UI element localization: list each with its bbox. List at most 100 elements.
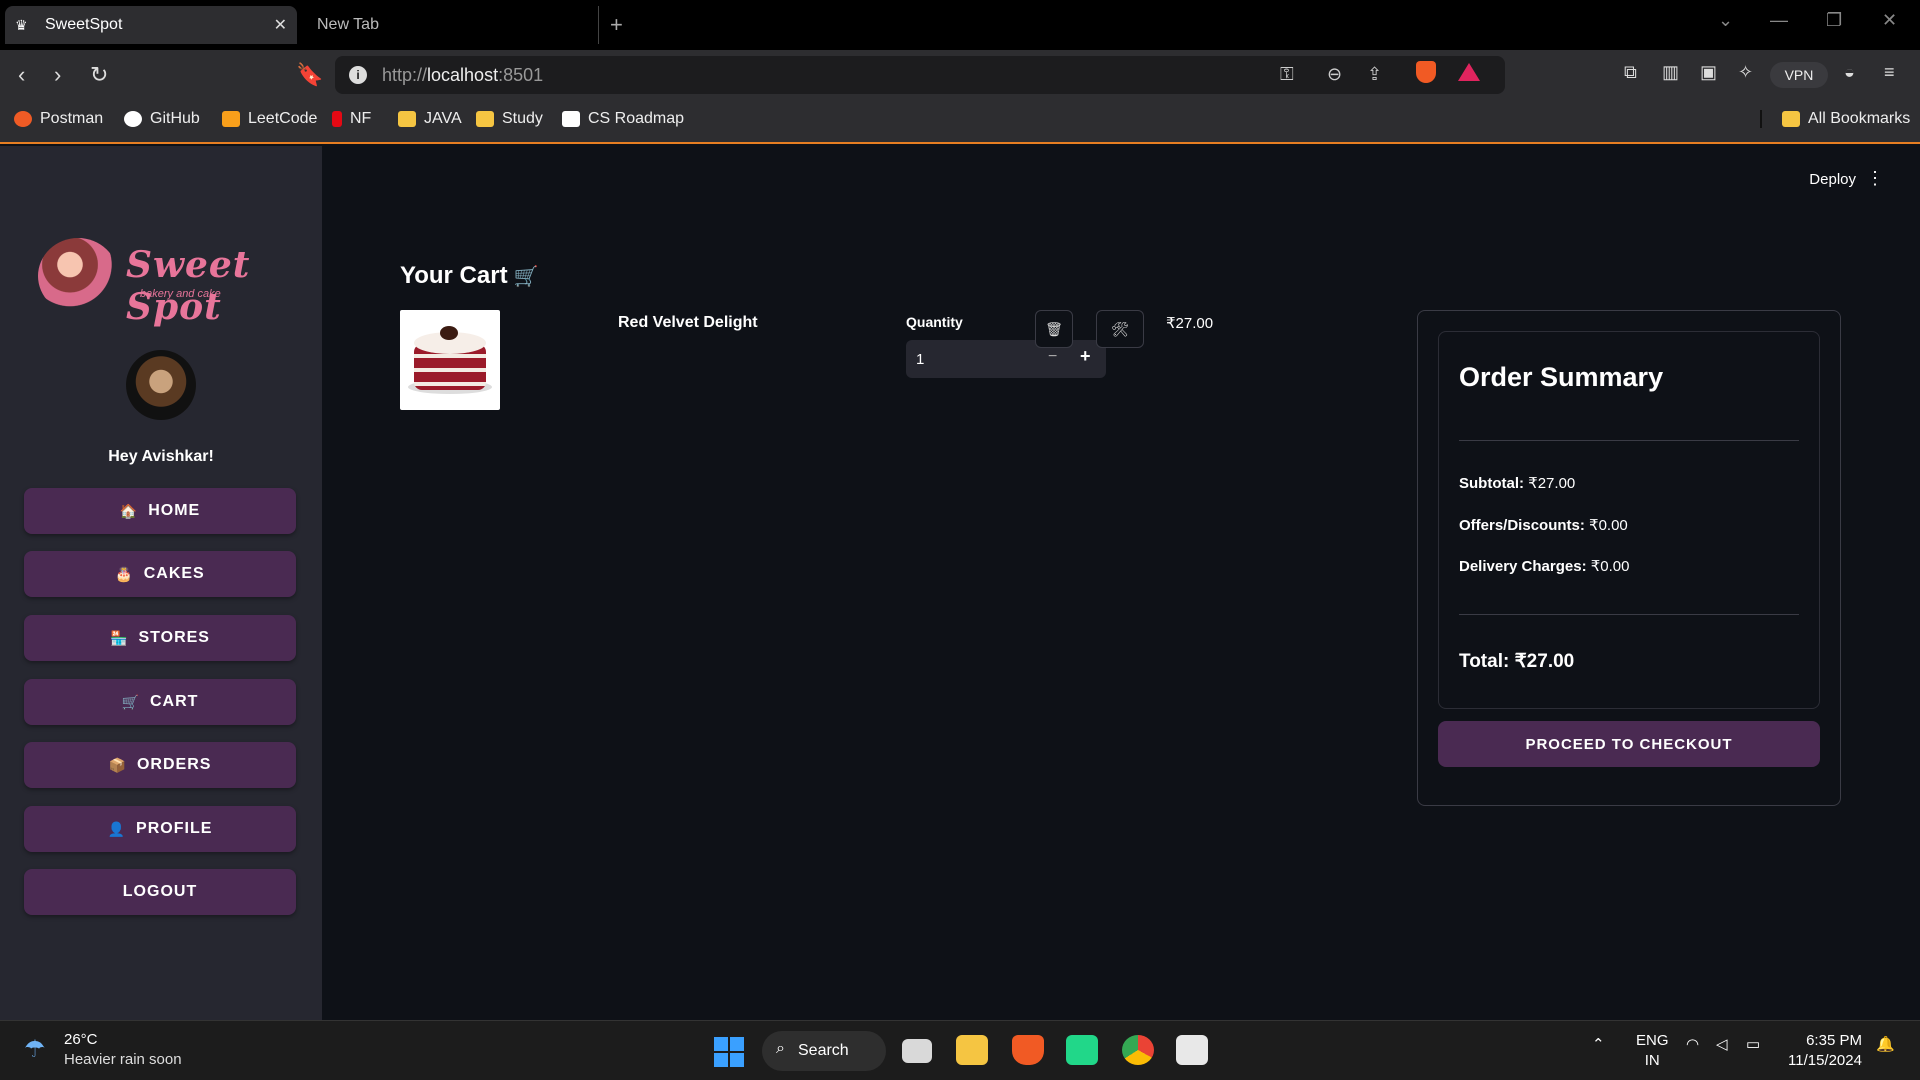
password-key-icon[interactable]: ⚿	[1280, 64, 1294, 85]
minimize-icon[interactable]: —	[1770, 10, 1788, 31]
nav-cakes-button[interactable]: 🎂 CAKES	[24, 551, 296, 597]
zoom-icon[interactable]: ⊖	[1327, 64, 1342, 85]
browser-nav-bar: ‹ › ↻ 🔖 i http://localhost:8501 ⚿ ⊖ ⇪ ⧉ …	[0, 50, 1920, 100]
quantity-stepper: − +	[906, 340, 1106, 378]
file-explorer-icon[interactable]	[956, 1035, 988, 1065]
volume-icon[interactable]: ◁	[1716, 1035, 1728, 1053]
battery-icon[interactable]: ▭	[1746, 1035, 1760, 1053]
nav-logout-button[interactable]: LOGOUT	[24, 869, 296, 915]
trash-icon: 🗑	[1045, 320, 1063, 337]
show-hidden-icons-icon[interactable]: ⌃	[1592, 1035, 1605, 1053]
restore-icon[interactable]: ❐	[1826, 10, 1842, 31]
bookmark-github[interactable]: GitHub	[124, 110, 200, 128]
github-icon	[124, 111, 142, 127]
tab-new-tab[interactable]: New Tab	[305, 6, 599, 44]
order-summary-title: Order Summary	[1459, 362, 1664, 392]
nav-home-button[interactable]: 🏠 HOME	[24, 488, 296, 534]
logo-text: Sweet Spot	[126, 244, 251, 328]
brave-rewards-icon[interactable]	[1458, 63, 1480, 81]
task-view-icon[interactable]	[902, 1039, 932, 1063]
brave-browser-icon[interactable]	[1012, 1035, 1044, 1065]
tab-list-chevron-icon[interactable]: ⌄	[1718, 10, 1733, 31]
chrome-icon[interactable]	[1122, 1035, 1154, 1065]
roadmap-icon	[562, 111, 580, 127]
nav-cart-button[interactable]: 🛒 CART	[24, 679, 296, 725]
pycharm-icon[interactable]	[1066, 1035, 1098, 1065]
weather-status[interactable]: Heavier rain soon	[64, 1051, 182, 1068]
bookmark-postman[interactable]: Postman	[14, 110, 103, 128]
decrement-icon[interactable]: −	[1048, 348, 1057, 366]
search-icon: ⌕	[776, 1040, 785, 1057]
quantity-input[interactable]	[906, 340, 1036, 378]
main-menu-icon[interactable]: ⋮	[1866, 168, 1884, 189]
cart-icon: 🛒	[121, 693, 140, 710]
edit-item-button[interactable]: 🛠	[1096, 310, 1144, 348]
brave-shields-icon[interactable]	[1416, 61, 1436, 83]
weather-temperature[interactable]: 26°C	[64, 1031, 98, 1048]
total-row: Total: ₹27.00	[1459, 651, 1575, 672]
cake-image	[400, 310, 500, 410]
notification-bell-icon[interactable]: 🔔	[1876, 1035, 1895, 1053]
vpn-button[interactable]: VPN	[1770, 62, 1828, 88]
tab-title: SweetSpot	[45, 16, 123, 33]
proceed-to-checkout-button[interactable]: PROCEED TO CHECKOUT	[1438, 721, 1820, 767]
cart-item-price: ₹27.00	[1166, 315, 1214, 332]
sidebar-toggle-icon[interactable]: ▥	[1662, 62, 1679, 83]
bookmark-icon[interactable]: 🔖	[296, 62, 323, 88]
reload-icon[interactable]: ↻	[90, 62, 108, 88]
back-icon[interactable]: ‹	[18, 62, 25, 88]
order-summary-panel: Order Summary Subtotal: ₹27.00 Offers/Di…	[1417, 310, 1841, 806]
extensions-icon[interactable]: ⧉	[1624, 62, 1637, 83]
bookmark-java[interactable]: JAVA	[398, 110, 462, 128]
nav-profile-button[interactable]: 👤 PROFILE	[24, 806, 296, 852]
browser-tab-bar: ♛ SweetSpot ✕ New Tab + ⌄ — ❐ ✕	[0, 0, 1920, 50]
bookmark-cs-roadmap[interactable]: CS Roadmap	[562, 110, 684, 128]
system-clock[interactable]: 6:35 PM 11/15/2024	[1788, 1031, 1862, 1071]
sweet-spot-logo: Sweet Spot bakery and cake	[38, 238, 298, 328]
profile-icon[interactable]: ◒	[1844, 62, 1855, 83]
close-tab-icon[interactable]: ✕	[274, 15, 287, 35]
wifi-icon[interactable]: ◠	[1686, 1035, 1699, 1053]
site-info-icon[interactable]: i	[349, 66, 367, 84]
folder-icon	[476, 111, 494, 127]
taskbar-search[interactable]: ⌕ Search	[762, 1031, 886, 1071]
windows-taskbar: ☂ 26°C Heavier rain soon ⌕ Search ⌃ ENG IN…	[0, 1020, 1920, 1080]
bookmark-leetcode[interactable]: LeetCode	[222, 110, 317, 128]
bookmark-study[interactable]: Study	[476, 110, 543, 128]
forward-icon[interactable]: ›	[54, 62, 61, 88]
tab-sweetspot[interactable]: ♛ SweetSpot ✕	[5, 6, 297, 44]
leetcode-icon	[222, 111, 240, 127]
deploy-button[interactable]: Deploy	[1809, 171, 1856, 188]
snipping-tool-icon[interactable]	[1176, 1035, 1208, 1065]
home-icon: 🏠	[119, 502, 139, 519]
delivery-row: Delivery Charges: ₹0.00	[1459, 558, 1630, 575]
share-icon[interactable]: ⇪	[1367, 64, 1382, 85]
logo-tagline: bakery and cake	[140, 288, 221, 300]
language-indicator[interactable]: ENG IN	[1636, 1031, 1669, 1071]
tab-title: New Tab	[317, 16, 379, 33]
windows-start-icon[interactable]	[714, 1037, 744, 1067]
cart-item-name: Red Velvet Delight	[618, 314, 758, 331]
quantity-label: Quantity	[906, 314, 963, 330]
bookmark-nf[interactable]: NF	[332, 110, 371, 128]
nav-orders-button[interactable]: 📦 ORDERS	[24, 742, 296, 788]
close-window-icon[interactable]: ✕	[1882, 10, 1897, 31]
rain-umbrella-icon[interactable]: ☂	[24, 1035, 52, 1063]
nav-stores-button[interactable]: 🏪 STORES	[24, 615, 296, 661]
address-bar[interactable]: i http://localhost:8501 ⚿ ⊖ ⇪	[335, 56, 1505, 94]
subtotal-row: Subtotal: ₹27.00	[1459, 475, 1576, 492]
netflix-icon	[332, 111, 342, 127]
leo-ai-icon[interactable]: ✧	[1738, 62, 1753, 83]
postman-icon	[14, 111, 32, 127]
wallet-icon[interactable]: ▣	[1700, 62, 1717, 83]
increment-icon[interactable]: +	[1080, 346, 1091, 367]
menu-icon[interactable]: ≡	[1884, 62, 1895, 83]
new-tab-icon[interactable]: +	[610, 12, 623, 38]
all-bookmarks[interactable]: All Bookmarks	[1760, 110, 1910, 128]
delete-item-button[interactable]: 🗑	[1035, 310, 1073, 348]
user-greeting: Hey Avishkar!	[108, 448, 214, 465]
avatar	[126, 350, 196, 420]
url-text[interactable]: http://localhost:8501	[382, 65, 543, 86]
divider	[1459, 614, 1799, 615]
store-icon: 🏪	[110, 629, 129, 646]
